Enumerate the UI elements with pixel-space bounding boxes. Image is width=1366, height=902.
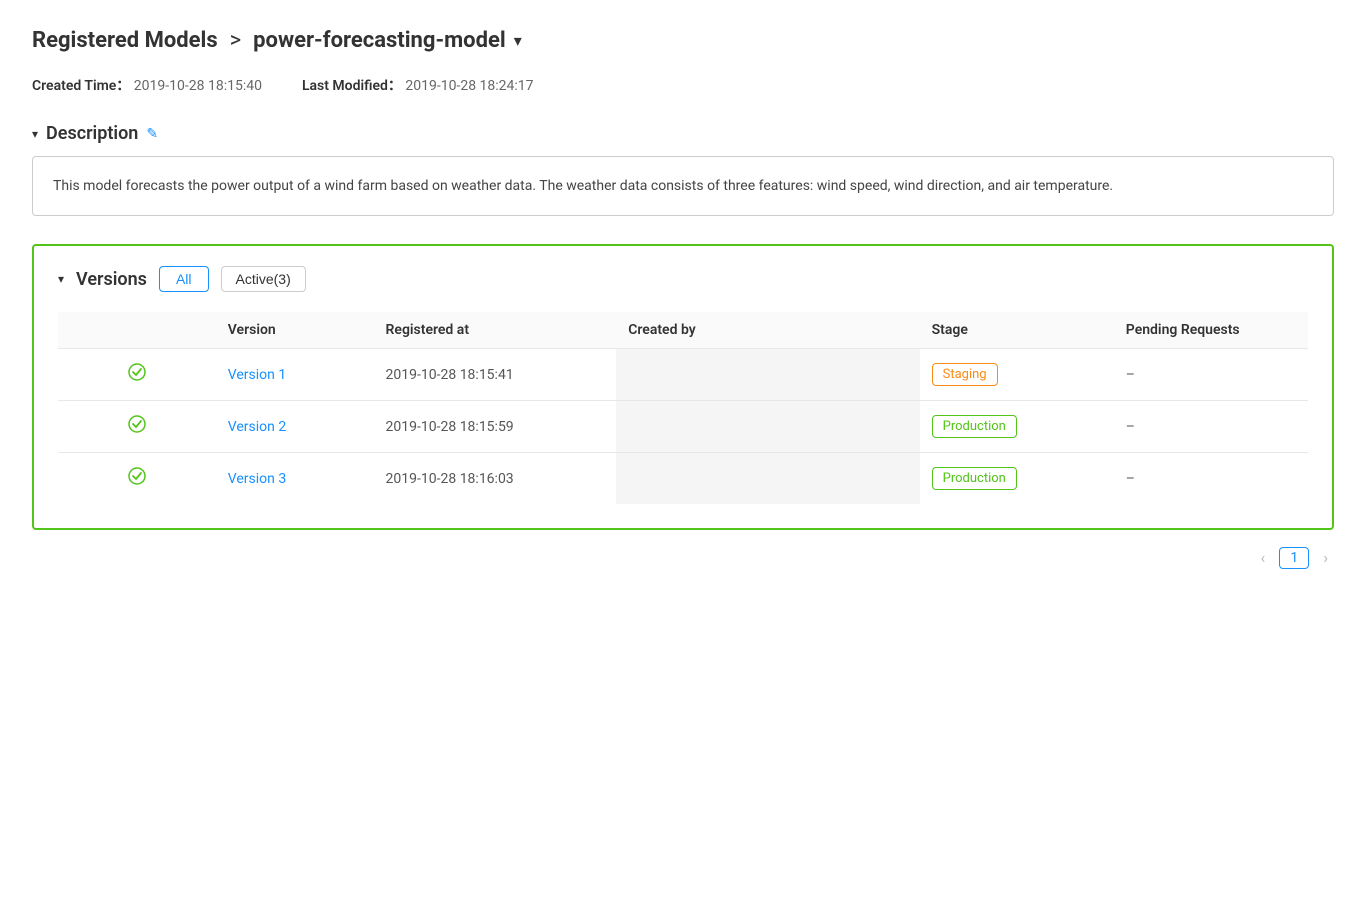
col-header-created: Created by: [616, 312, 919, 349]
col-header-registered: Registered at: [374, 312, 617, 349]
version-link[interactable]: Version 1: [216, 349, 374, 401]
col-header-stage: Stage: [920, 312, 1114, 349]
table-row: Version 32019-10-28 18:16:03 Production –: [58, 453, 1308, 505]
tab-active[interactable]: Active(3): [221, 266, 306, 292]
pending-requests: –: [1114, 349, 1308, 401]
description-title: Description: [46, 123, 138, 144]
description-section-header: ▾ Description ✎: [32, 123, 1334, 144]
created-by: [616, 349, 919, 401]
pending-requests: –: [1114, 401, 1308, 453]
versions-header: ▾ Versions All Active(3): [58, 266, 1308, 292]
pagination: ‹ 1 ›: [32, 546, 1334, 569]
meta-row: Created Time： 2019-10-28 18:15:40 Last M…: [32, 75, 1334, 95]
registered-at: 2019-10-28 18:16:03: [374, 453, 617, 505]
modified-value: 2019-10-28 18:24:17: [405, 78, 533, 94]
row-check-icon: [58, 401, 216, 453]
created-time: Created Time： 2019-10-28 18:15:40: [32, 75, 262, 95]
registered-at: 2019-10-28 18:15:41: [374, 349, 617, 401]
table-row: Version 22019-10-28 18:15:59 Production –: [58, 401, 1308, 453]
stage-badge: Production: [932, 415, 1017, 438]
stage-badge: Staging: [932, 363, 998, 386]
versions-collapse-icon[interactable]: ▾: [58, 272, 64, 286]
pending-requests: –: [1114, 453, 1308, 505]
breadcrumb-registered[interactable]: Registered Models: [32, 28, 218, 53]
table-row: Version 12019-10-28 18:15:41 Staging –: [58, 349, 1308, 401]
versions-table: Version Registered at Created by Stage P…: [58, 312, 1308, 504]
version-link[interactable]: Version 2: [216, 401, 374, 453]
col-header-version: Version: [216, 312, 374, 349]
stage-cell: Staging: [920, 349, 1114, 401]
col-header-pending: Pending Requests: [1114, 312, 1308, 349]
stage-cell: Production: [920, 453, 1114, 505]
created-by: [616, 401, 919, 453]
prev-page-button[interactable]: ‹: [1255, 546, 1272, 569]
description-edit-icon[interactable]: ✎: [146, 126, 158, 142]
table-header-row: Version Registered at Created by Stage P…: [58, 312, 1308, 349]
versions-container: ▾ Versions All Active(3) Version Registe…: [32, 244, 1334, 530]
breadcrumb-separator: >: [230, 28, 242, 53]
current-page[interactable]: 1: [1279, 547, 1309, 569]
model-dropdown-icon[interactable]: ▾: [514, 31, 522, 50]
modified-label: Last Modified：: [302, 78, 402, 94]
version-link[interactable]: Version 3: [216, 453, 374, 505]
created-by: [616, 453, 919, 505]
next-page-button[interactable]: ›: [1317, 546, 1334, 569]
registered-at: 2019-10-28 18:15:59: [374, 401, 617, 453]
check-circle-icon: [128, 365, 146, 386]
description-collapse-icon[interactable]: ▾: [32, 127, 38, 141]
breadcrumb-model: power-forecasting-model: [253, 28, 506, 53]
stage-cell: Production: [920, 401, 1114, 453]
check-circle-icon: [128, 469, 146, 490]
row-check-icon: [58, 349, 216, 401]
tab-all[interactable]: All: [159, 266, 209, 292]
col-header-check: [58, 312, 216, 349]
description-text: This model forecasts the power output of…: [32, 156, 1334, 216]
created-value: 2019-10-28 18:15:40: [134, 78, 262, 94]
row-check-icon: [58, 453, 216, 505]
last-modified: Last Modified： 2019-10-28 18:24:17: [302, 75, 534, 95]
check-circle-icon: [128, 417, 146, 438]
versions-title: Versions: [76, 269, 147, 290]
created-label: Created Time：: [32, 78, 130, 94]
page-header: Registered Models > power-forecasting-mo…: [32, 28, 1334, 53]
stage-badge: Production: [932, 467, 1017, 490]
